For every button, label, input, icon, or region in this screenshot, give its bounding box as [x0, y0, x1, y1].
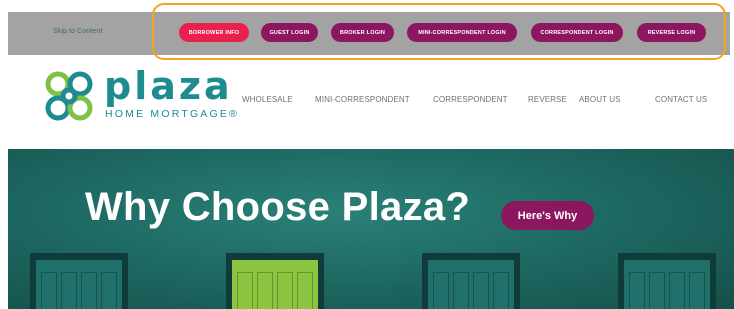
logo-wordmark: plaza [104, 64, 233, 108]
correspondent-login-button[interactable]: CORRESPONDENT LOGIN [531, 23, 623, 42]
door [422, 253, 520, 309]
hero-banner: Why Choose Plaza? Here's Why [8, 149, 734, 309]
hero-title: Why Choose Plaza? [85, 185, 471, 229]
nav-reverse[interactable]: REVERSE [528, 95, 567, 104]
reverse-login-button[interactable]: REVERSE LOGIN [637, 23, 706, 42]
guest-login-button[interactable]: GUEST LOGIN [261, 23, 318, 42]
door-highlighted [226, 253, 324, 309]
nav-about-us[interactable]: ABOUT US [579, 95, 621, 104]
nav-correspondent[interactable]: CORRESPONDENT [433, 95, 508, 104]
mini-correspondent-login-button[interactable]: MINI-CORRESPONDENT LOGIN [407, 23, 517, 42]
heres-why-button[interactable]: Here's Why [501, 201, 594, 230]
skip-to-content-link[interactable]: Skip to Content [53, 28, 102, 35]
nav-wholesale[interactable]: WHOLESALE [242, 95, 293, 104]
borrower-info-button[interactable]: BORROWER INFO [179, 23, 249, 42]
nav-mini-correspondent[interactable]: MINI-CORRESPONDENT [315, 95, 410, 104]
door [30, 253, 128, 309]
plaza-logo[interactable]: plaza HOME MORTGAGE® [38, 64, 237, 128]
door [618, 253, 716, 309]
nav-contact-us[interactable]: CONTACT US [655, 95, 707, 104]
broker-login-button[interactable]: BROKER LOGIN [331, 23, 394, 42]
logo-subtitle: HOME MORTGAGE® [105, 108, 240, 120]
logo-mark-icon [45, 71, 93, 121]
